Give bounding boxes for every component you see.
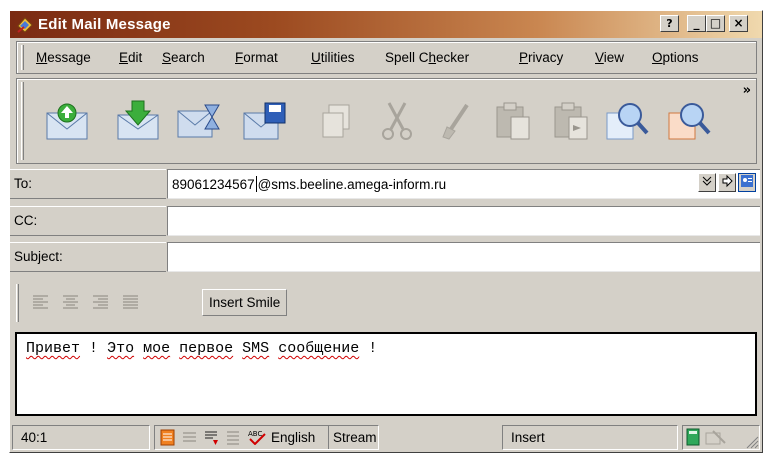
to-value-start: 89061234567	[172, 177, 255, 192]
list-icon[interactable]	[181, 429, 198, 446]
find-icon[interactable]	[603, 99, 651, 143]
copy-icon[interactable]	[315, 99, 363, 143]
body-word: !	[89, 340, 99, 357]
maximize-icon: □	[709, 16, 722, 30]
find-next-icon[interactable]	[665, 99, 713, 143]
language-label[interactable]: English	[271, 430, 315, 445]
text-caret	[255, 176, 257, 192]
status-bar: 40:1 ABC English Stream Insert	[10, 421, 762, 452]
send-mail-icon[interactable]	[43, 99, 91, 143]
message-body-editor[interactable]: Привет ! Это мое первое SMS сообщение !	[15, 332, 757, 416]
toolbar-grip[interactable]	[21, 82, 24, 160]
format-grip[interactable]	[16, 284, 19, 322]
menu-message[interactable]: Message	[36, 50, 91, 65]
cut-icon[interactable]	[373, 99, 421, 143]
attachment-icon[interactable]	[705, 428, 727, 446]
insert-line-icon[interactable]	[203, 429, 220, 446]
cc-label: CC:	[10, 206, 166, 236]
to-value-end: @sms.beeline.amega-inform.ru	[257, 177, 447, 192]
wrap-icon[interactable]	[225, 429, 242, 446]
to-label: To:	[10, 169, 166, 199]
status-icons	[682, 425, 760, 450]
paste-icon[interactable]	[489, 99, 537, 143]
stream-label[interactable]: Stream	[333, 430, 377, 445]
window-title: Edit Mail Message	[38, 16, 171, 33]
body-word: !	[368, 340, 378, 357]
body-word: SMS	[242, 340, 270, 357]
double-chevron-icon	[702, 176, 712, 186]
resize-grip-icon[interactable]	[745, 435, 759, 449]
subject-row: Subject:	[10, 242, 762, 272]
help-icon: ?	[666, 17, 673, 30]
address-buttons	[696, 173, 756, 192]
main-toolbar: »	[16, 78, 757, 164]
body-word: мое	[143, 340, 171, 357]
close-icon: ×	[733, 16, 744, 30]
insert-mode[interactable]: Insert	[502, 425, 678, 450]
minimize-button[interactable]: _	[687, 15, 706, 32]
menu-format[interactable]: Format	[235, 50, 278, 65]
justify-icon[interactable]	[122, 294, 139, 309]
help-button[interactable]: ?	[660, 15, 679, 32]
insert-smile-button[interactable]: Insert Smile	[202, 289, 288, 316]
align-left-icon[interactable]	[32, 294, 49, 309]
align-center-icon[interactable]	[62, 294, 79, 309]
menu-options[interactable]: Options	[652, 50, 699, 65]
subject-label: Subject:	[10, 242, 166, 272]
format-bar: Insert Smile	[14, 281, 759, 325]
format-painter-icon[interactable]	[433, 99, 481, 143]
expand-address-button[interactable]	[698, 173, 716, 192]
status-tools: ABC English Stream	[154, 425, 379, 450]
to-field[interactable]: 89061234567 @sms.beeline.amega-inform.ru	[167, 169, 760, 199]
menu-bar: Message Edit Search Format Utilities Spe…	[16, 41, 757, 74]
edit-mail-window: Edit Mail Message ? _ □ × Message Edit S…	[9, 10, 763, 453]
arrow-right-icon	[722, 174, 733, 188]
title-bar[interactable]: Edit Mail Message ? _ □ ×	[10, 11, 762, 38]
cc-row: CC:	[10, 206, 762, 236]
svg-text:ABC: ABC	[248, 430, 262, 438]
subject-field[interactable]	[167, 242, 760, 272]
body-word: Привет	[26, 340, 81, 357]
maximize-button[interactable]: □	[706, 15, 725, 32]
cursor-position: 40:1	[12, 425, 150, 450]
paste-special-icon[interactable]	[547, 99, 595, 143]
minimize-icon: _	[693, 16, 700, 30]
address-book-button[interactable]	[738, 173, 756, 192]
address-book-icon	[741, 175, 753, 187]
menu-search[interactable]: Search	[162, 50, 205, 65]
notes-icon[interactable]	[159, 429, 176, 446]
status-divider	[328, 426, 329, 449]
close-button[interactable]: ×	[729, 15, 748, 32]
next-address-button[interactable]	[718, 173, 736, 192]
message-body-text: Привет ! Это мое первое SMS сообщение !	[26, 340, 755, 357]
menu-utilities[interactable]: Utilities	[311, 50, 355, 65]
save-draft-icon[interactable]	[241, 99, 289, 143]
document-icon[interactable]	[685, 428, 701, 446]
toolbar-chevron-icon[interactable]: »	[743, 83, 751, 98]
app-icon	[17, 17, 33, 33]
menu-spell-checker[interactable]: Spell Checker	[385, 50, 469, 65]
to-row: To: 89061234567 @sms.beeline.amega-inform…	[10, 169, 762, 199]
cc-field[interactable]	[167, 206, 760, 236]
body-word: сообщение	[278, 340, 360, 357]
body-word: первое	[179, 340, 234, 357]
align-right-icon[interactable]	[92, 294, 109, 309]
body-word: Это	[107, 340, 135, 357]
menu-message-label: essage	[47, 50, 91, 65]
menu-grip[interactable]	[21, 45, 24, 70]
send-later-icon[interactable]	[175, 99, 223, 143]
menu-view[interactable]: View	[595, 50, 624, 65]
receive-mail-icon[interactable]	[114, 99, 162, 143]
menu-edit[interactable]: Edit	[119, 50, 142, 65]
menu-privacy[interactable]: Privacy	[519, 50, 563, 65]
spell-check-icon[interactable]: ABC	[247, 428, 267, 445]
